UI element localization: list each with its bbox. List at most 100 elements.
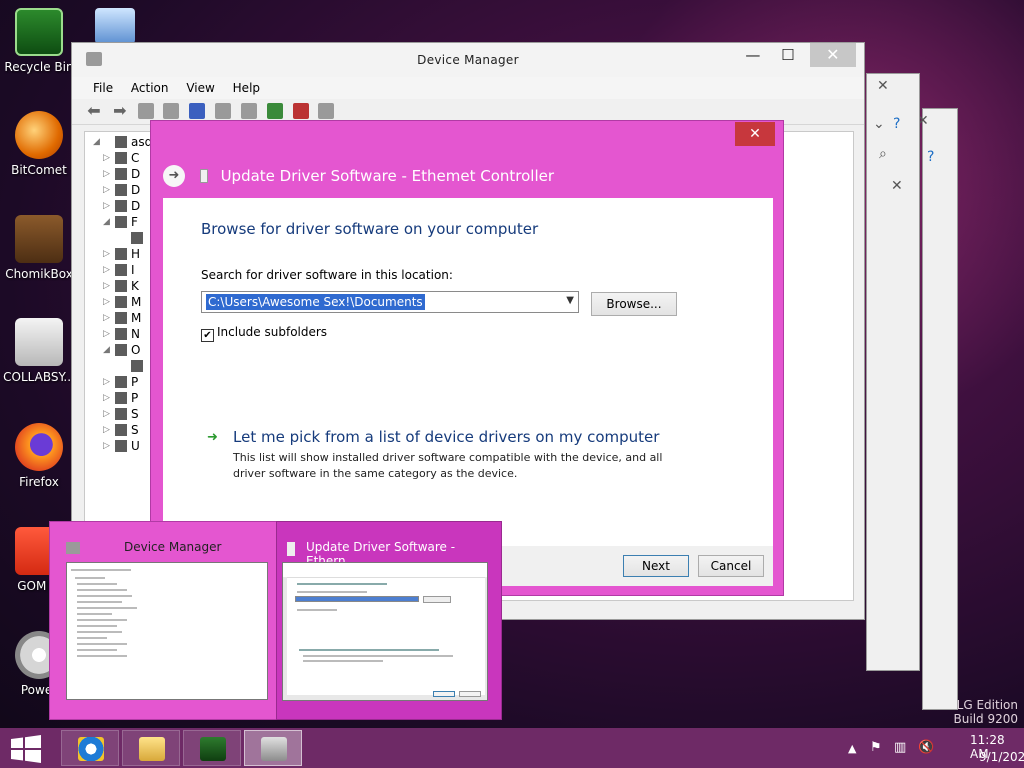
tree-item-label: K xyxy=(131,279,139,293)
tree-item-label: I xyxy=(131,263,135,277)
volume-muted-icon[interactable]: 🔇 xyxy=(918,740,934,755)
menu-action[interactable]: Action xyxy=(124,77,176,99)
expand-arrow-icon[interactable]: ▷ xyxy=(103,166,110,182)
expand-arrow-icon[interactable]: ▷ xyxy=(103,182,110,198)
menu-help[interactable]: Help xyxy=(226,77,267,99)
taskbar-task-manager[interactable] xyxy=(183,730,241,766)
device-manager-icon xyxy=(261,737,287,761)
desktop-icon-chomikbox[interactable]: ChomikBox xyxy=(0,215,78,281)
disable-device-icon[interactable] xyxy=(318,103,335,119)
next-button[interactable]: Next xyxy=(623,555,689,577)
device-category-icon xyxy=(115,424,127,436)
close-icon[interactable]: ✕ xyxy=(891,178,903,194)
expand-arrow-icon[interactable]: ▷ xyxy=(103,374,110,390)
windows-logo-icon xyxy=(11,735,41,763)
recycle-bin-icon xyxy=(15,8,63,56)
scan-hardware-icon[interactable] xyxy=(240,103,257,119)
firefox-icon xyxy=(15,423,63,471)
desktop-icon-label: Firefox xyxy=(19,475,59,489)
expand-arrow-icon[interactable]: ▷ xyxy=(103,326,110,342)
expand-arrow-icon[interactable]: ▷ xyxy=(103,390,110,406)
desktop-icon-bitcomet[interactable]: BitComet xyxy=(0,111,78,177)
close-icon[interactable]: ✕ xyxy=(877,78,889,94)
path-combobox[interactable]: C:\Users\Awesome Sex!\Documents ▼ xyxy=(201,291,579,313)
expand-arrow-icon[interactable]: ▷ xyxy=(103,310,110,326)
expand-arrow-icon[interactable]: ◢ xyxy=(103,214,110,230)
green-arrow-icon: ➜ xyxy=(207,430,218,445)
show-hidden-icons-icon[interactable]: ▲ xyxy=(848,742,856,755)
device-manager-icon xyxy=(66,542,80,554)
menu-file[interactable]: File xyxy=(86,77,120,99)
device-manager-icon xyxy=(86,52,102,66)
path-value[interactable]: C:\Users\Awesome Sex!\Documents xyxy=(206,294,425,310)
action-center-flag-icon[interactable]: ⚑ xyxy=(870,740,882,755)
device-category-icon xyxy=(115,264,127,276)
tree-item-label: O xyxy=(131,343,141,357)
desktop-icon-firefox[interactable]: Firefox xyxy=(0,423,78,489)
properties-icon[interactable] xyxy=(137,103,154,119)
edition-line: LG Edition xyxy=(956,698,1018,712)
desktop-icon-unlabeled[interactable] xyxy=(95,8,135,44)
thumbnail-device-manager[interactable]: Device Manager xyxy=(50,522,276,719)
device-category-icon xyxy=(115,376,127,388)
bitcomet-icon xyxy=(15,111,63,159)
start-button[interactable] xyxy=(10,735,42,763)
help-icon[interactable]: ? xyxy=(893,116,900,132)
search-icon[interactable]: ⌕ xyxy=(879,146,887,162)
clock-date[interactable]: 9/1/2023 xyxy=(979,750,1024,764)
browse-button[interactable]: Browse... xyxy=(591,292,677,316)
chevron-down-icon[interactable]: ▼ xyxy=(566,295,574,306)
device-category-icon xyxy=(115,184,127,196)
expand-arrow-icon[interactable]: ▷ xyxy=(103,198,110,214)
pick-link-title[interactable]: Let me pick from a list of device driver… xyxy=(233,428,659,446)
expand-arrow-icon[interactable]: ◢ xyxy=(103,342,110,358)
menu-bar: File Action View Help xyxy=(72,77,864,99)
background-window-2[interactable]: ✕ ? xyxy=(917,108,958,710)
expand-arrow-icon[interactable]: ▷ xyxy=(103,150,110,166)
close-button[interactable]: ✕ xyxy=(810,43,856,67)
desktop-icon-recycle-bin[interactable]: Recycle Bin xyxy=(0,8,78,74)
background-window-1[interactable]: ✕ ⌄ ? ⌕ ✕ xyxy=(866,73,920,671)
taskbar-thumbnail-preview: Device Manager Update Driver Software - … xyxy=(49,521,502,720)
help-icon[interactable] xyxy=(189,103,206,119)
expand-arrow-icon[interactable]: ▷ xyxy=(103,406,110,422)
network-icon[interactable]: ▥ xyxy=(894,740,906,755)
forward-arrow-icon[interactable]: ➡ xyxy=(112,103,128,119)
taskbar-file-explorer[interactable] xyxy=(122,730,180,766)
expand-arrow-icon[interactable]: ▷ xyxy=(103,294,110,310)
expand-arrow-icon[interactable]: ▷ xyxy=(103,422,110,438)
maximize-button[interactable]: ☐ xyxy=(772,43,804,67)
search-location-label: Search for driver software in this locat… xyxy=(201,268,453,282)
tree-item-label: D xyxy=(131,199,141,213)
expand-arrow-icon[interactable]: ▷ xyxy=(103,246,110,262)
minimize-button[interactable]: — xyxy=(738,43,768,67)
thumbnail-update-driver[interactable]: Update Driver Software - Ethern... xyxy=(276,521,502,720)
collapse-arrow-icon[interactable]: ◢ xyxy=(93,134,100,150)
taskbar-device-manager[interactable] xyxy=(244,730,302,766)
page-heading: Browse for driver software on your compu… xyxy=(201,220,539,238)
desktop-icon-collabsy[interactable]: COLLABSY... xyxy=(0,318,78,384)
checkmark-icon[interactable]: ✔ xyxy=(201,329,214,342)
cancel-button[interactable]: Cancel xyxy=(698,555,764,577)
expand-arrow-icon[interactable]: ▷ xyxy=(103,438,110,454)
tree-item-label: N xyxy=(131,327,140,341)
help-icon[interactable]: ? xyxy=(927,149,934,165)
expand-arrow-icon[interactable]: ▷ xyxy=(103,278,110,294)
back-arrow-icon[interactable]: ⬅ xyxy=(86,103,102,119)
include-subfolders-checkbox[interactable]: ✔ Include subfolders xyxy=(201,325,327,342)
menu-view[interactable]: View xyxy=(179,77,221,99)
view-icon[interactable] xyxy=(215,103,232,119)
tree-item-label: F xyxy=(131,215,138,229)
back-button[interactable]: ➜ xyxy=(163,165,185,187)
uninstall-icon[interactable] xyxy=(292,103,309,119)
close-button[interactable]: ✕ xyxy=(735,122,775,146)
list-icon[interactable] xyxy=(163,103,180,119)
expand-arrow-icon[interactable]: ▷ xyxy=(103,262,110,278)
taskbar: ▲ ⚑ ▥ 🔇 11:28 AM 9/1/2023 xyxy=(0,728,1024,768)
taskbar-internet-explorer[interactable] xyxy=(61,730,119,766)
title-bar[interactable]: Device Manager — ☐ ✕ xyxy=(72,43,864,77)
build-line: Build 9200 xyxy=(953,712,1018,726)
chevron-down-icon[interactable]: ⌄ xyxy=(873,116,885,132)
device-category-icon xyxy=(115,168,127,180)
update-driver-icon[interactable] xyxy=(266,103,283,119)
